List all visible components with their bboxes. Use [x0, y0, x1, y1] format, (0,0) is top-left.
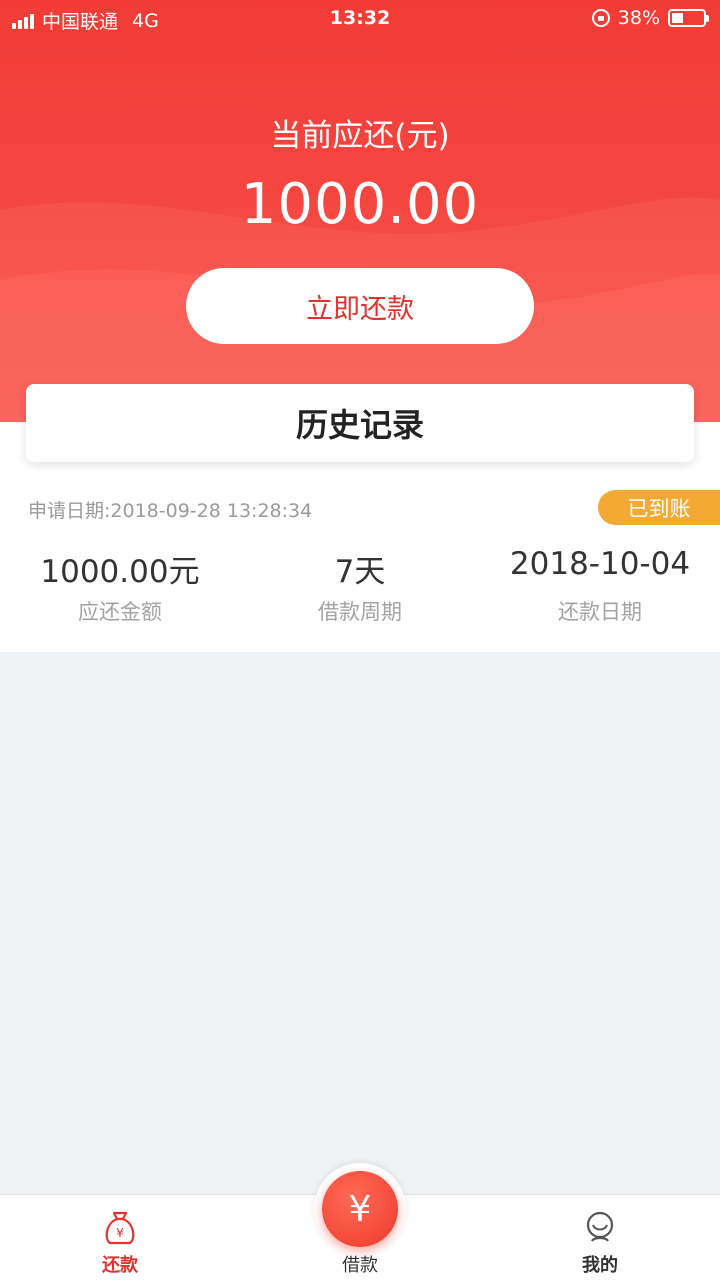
due-date-value: 2018-10-04: [509, 546, 691, 582]
apply-date: 申请日期:2018-09-28 13:28:34: [28, 500, 313, 522]
status-badge: 已到账: [598, 490, 720, 525]
repay-now-button[interactable]: 立即还款: [186, 268, 534, 344]
orientation-lock-icon: [591, 9, 610, 27]
user-profile-icon: [586, 1211, 614, 1242]
svg-text:¥: ¥: [116, 1226, 124, 1240]
tab-mine[interactable]: 我的: [540, 1195, 660, 1281]
yuan-icon: ¥: [348, 1188, 372, 1230]
money-bag-icon: ¥: [105, 1211, 135, 1245]
borrow-center-button[interactable]: ¥: [322, 1171, 398, 1247]
period-value: 7天: [334, 554, 386, 590]
due-date-label: 还款日期: [558, 600, 642, 624]
period-label: 借款周期: [318, 600, 402, 624]
due-amount-label: 当前应还(元): [270, 118, 450, 154]
tab-mine-label: 我的: [582, 1255, 618, 1276]
tab-repay[interactable]: ¥ 还款: [60, 1195, 180, 1281]
history-records-button[interactable]: 历史记录: [26, 384, 694, 462]
due-amount-value: 1000.00: [240, 172, 480, 237]
tab-repay-label: 还款: [102, 1255, 138, 1276]
battery-percent: 38%: [617, 7, 660, 29]
amount-value: 1000.00元: [40, 554, 200, 590]
status-bar: 中国联通 4G 13:32 38%: [0, 0, 720, 38]
amount-label: 应还金额: [78, 600, 162, 624]
battery-icon: [668, 9, 709, 27]
